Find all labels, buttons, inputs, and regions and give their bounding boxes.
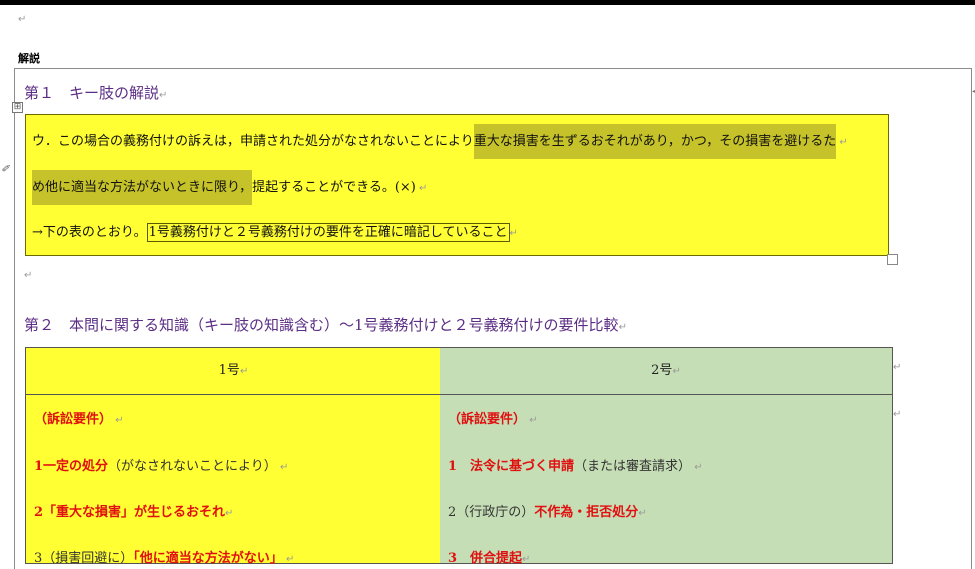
answer-line: め他に適当な方法がないときに限り，提起することができる。(×) ↵ [32, 170, 427, 205]
highlighted-text: め他に適当な方法がないときに限り， [32, 170, 253, 205]
table-cell-line: 2「重大な損害」が生じるおそれ↵ [34, 505, 234, 520]
table-cell-line: 1 法令に基づく申請（または審査請求） ↵ [448, 459, 703, 474]
paragraph-mark: ↵ [18, 14, 27, 25]
answer-line: ウ．この場合の義務付けの訴えは，申請された処分がなされないことにより重大な損害を… [32, 124, 848, 159]
table-cell-line: （訴訟要件） ↵ [448, 412, 538, 427]
kaisetsu-label: 解説 [18, 52, 40, 65]
table-cell-line: 3（損害回避に）「他に適当な方法がない」 ↵ [34, 551, 295, 566]
table-header-cell: 1号↵ [26, 348, 441, 395]
table-header-cell: 2号↵ [440, 348, 892, 395]
top-border [0, 0, 975, 5]
table-cell-line: 2（行政庁の）不作為・拒否処分↵ [448, 505, 647, 520]
answer-line: →下の表のとおり。 1号義務付けと２号義務付けの要件を正確に暗記していること ↵ [32, 223, 518, 242]
section2-heading: 第２ 本問に関する知識（キー肢の知識含む）～1号義務付けと２号義務付けの要件比較… [24, 316, 627, 334]
row-end-mark: ↵ [893, 409, 902, 420]
highlighted-text: 重大な損害を生ずるおそれがあり，かつ，その損害を避けるた [473, 124, 837, 159]
boxed-note: 1号義務付けと２号義務付けの要件を正確に暗記していること [146, 223, 510, 242]
table-cell-line: 3 併合提起↵ [448, 551, 531, 566]
comparison-table: 1号↵ （訴訟要件） ↵ 1一定の処分（がなされないことにより） ↵ 2「重大な… [25, 347, 893, 566]
section1-heading: 第１ キー肢の解説↵ [24, 84, 168, 102]
anchor-icon: ✐ [1, 164, 10, 175]
answer-box: ウ．この場合の義務付けの訴えは，申請された処分がなされないことにより重大な損害を… [25, 114, 889, 256]
table-column-1go: 1号↵ （訴訟要件） ↵ 1一定の処分（がなされないことにより） ↵ 2「重大な… [25, 347, 442, 566]
table-move-handle-icon[interactable]: ⊞ [12, 102, 23, 113]
table-column-2go: 2号↵ （訴訟要件） ↵ 1 法令に基づく申請（または審査請求） ↵ 2（行政庁… [440, 347, 893, 566]
row-end-mark: ↵ [893, 362, 902, 373]
resize-handle[interactable] [887, 254, 898, 265]
table-cell-line: （訴訟要件） ↵ [34, 412, 124, 427]
table-cell-line: 1一定の処分（がなされないことにより） ↵ [34, 459, 289, 474]
paragraph-mark: ↵ [24, 270, 33, 281]
